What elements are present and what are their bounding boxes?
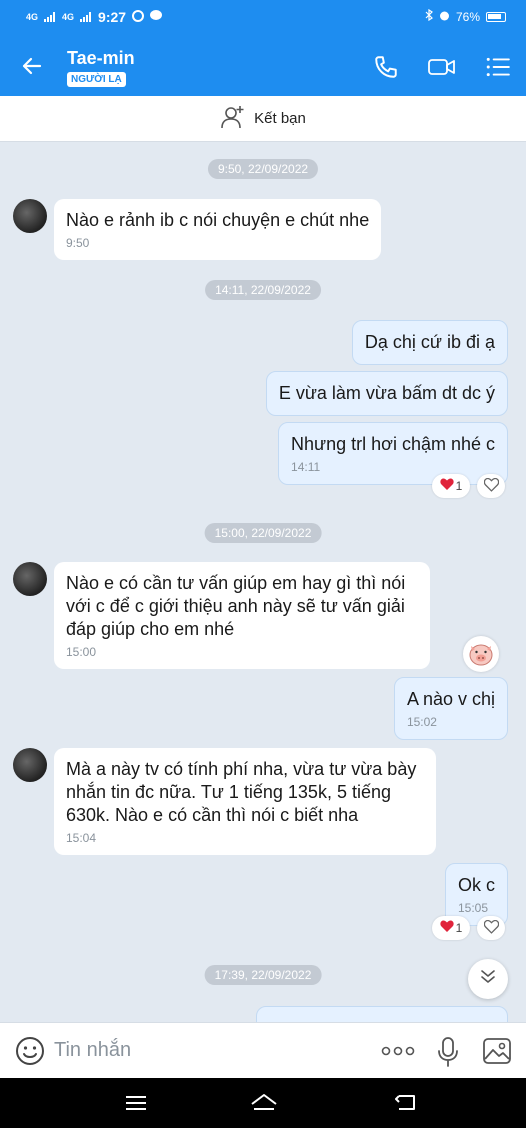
menu-icon[interactable]	[125, 1095, 147, 1116]
heart-icon	[440, 920, 454, 936]
back-nav-icon[interactable]	[395, 1093, 417, 1118]
phone-icon[interactable]	[373, 54, 399, 85]
message-text-line: 630k. Nào e có cần thì nói c biết nha	[66, 805, 359, 825]
contact-info[interactable]: Tae-min NGƯỜI LẠ	[67, 48, 135, 87]
heart-outline-icon	[483, 919, 499, 937]
signal-icon	[80, 9, 92, 25]
battery-percent: 76%	[455, 9, 480, 24]
timestamp-divider: 9:50, 22/09/2022	[207, 159, 319, 179]
microphone-icon[interactable]	[437, 1036, 459, 1073]
outgoing-message-partial[interactable]	[256, 1006, 508, 1022]
reaction-count: 1	[455, 921, 463, 935]
message-time: 15:00	[66, 645, 97, 659]
outgoing-message[interactable]: Nhưng trl hơi chậm nhé c 14:11	[278, 422, 508, 485]
battery-icon	[486, 11, 506, 22]
system-nav-bar	[0, 1078, 526, 1128]
add-user-icon	[220, 104, 246, 134]
arrow-left-icon[interactable]	[20, 54, 44, 83]
chat-status-icon	[150, 9, 163, 25]
message-text-line: với c để c giới thiệu anh này sẽ tư vấn …	[66, 596, 405, 616]
signal-icon	[44, 9, 56, 25]
message-input[interactable]: Tin nhắn	[54, 1039, 131, 1062]
react-heart-button[interactable]	[477, 916, 505, 940]
message-time: 15:04	[66, 831, 97, 845]
message-list[interactable]: 9:50, 22/09/2022 Nào e rảnh ib c nói chu…	[0, 142, 526, 1022]
outgoing-message[interactable]: Dạ chị cứ ib đi ạ	[351, 320, 508, 365]
add-friend-button[interactable]: Kết bạn	[0, 96, 526, 142]
message-text: Nào e rảnh ib c nói chuyện e chút nhe	[66, 210, 370, 230]
message-text: A nào v chị	[406, 689, 495, 709]
reaction-heart-count[interactable]: 1	[432, 474, 470, 498]
incoming-message[interactable]: Nào e có cần tư vấn giúp em hay gì thì n…	[54, 562, 430, 669]
emoji-icon[interactable]	[15, 1036, 45, 1071]
scroll-to-bottom-button[interactable]	[468, 959, 508, 999]
message-text: Nhưng trl hơi chậm nhé c	[291, 434, 495, 454]
message-text-line: đáp giúp cho em nhé	[66, 619, 235, 639]
timestamp-divider: 17:39, 22/09/2022	[204, 965, 322, 985]
message-text: E vừa làm vừa bấm dt dc ý	[278, 383, 495, 403]
reaction-count: 1	[455, 479, 463, 493]
message-time: 9:50	[66, 236, 90, 250]
contact-name: Tae-min	[67, 48, 135, 68]
reaction-heart-count[interactable]: 1	[432, 916, 470, 940]
incoming-message[interactable]: Mà a này tv có tính phí nha, vừa tư vừa …	[54, 748, 436, 855]
avatar[interactable]	[13, 562, 47, 596]
timestamp-divider: 15:00, 22/09/2022	[204, 523, 322, 543]
signal-2-label: 4G	[62, 12, 75, 22]
status-bar: 4G 4G 9:27 76%	[0, 0, 526, 36]
stranger-badge: NGƯỜI LẠ	[67, 72, 126, 87]
heart-icon	[440, 478, 454, 494]
message-text: Dạ chị cứ ib đi ạ	[364, 332, 495, 352]
chat-header: Tae-min NGƯỜI LẠ	[0, 36, 526, 96]
bluetooth-icon	[425, 8, 433, 24]
react-heart-button[interactable]	[477, 474, 505, 498]
pig-sticker-icon[interactable]	[463, 636, 499, 672]
avatar[interactable]	[13, 199, 47, 233]
add-friend-label: Kết bạn	[254, 110, 306, 127]
message-time: 14:11	[291, 460, 321, 474]
chevron-down-icon	[479, 969, 497, 990]
outgoing-message[interactable]: E vừa làm vừa bấm dt dc ý	[265, 371, 508, 416]
message-composer: Tin nhắn	[0, 1022, 526, 1078]
message-text-line: nhắn tin đc nữa. Tư 1 tiếng 135k, 5 tiến…	[66, 782, 391, 802]
message-text: Ok c	[457, 875, 495, 895]
status-time: 9:27	[98, 9, 127, 25]
signal-1-label: 4G	[26, 12, 39, 22]
outgoing-message[interactable]: A nào v chị 15:02	[393, 677, 508, 740]
settings-status-icon	[132, 9, 145, 25]
timestamp-divider: 14:11, 22/09/2022	[205, 280, 321, 300]
home-icon[interactable]	[250, 1092, 278, 1117]
more-dots-icon[interactable]	[381, 1041, 415, 1066]
video-camera-icon[interactable]	[427, 54, 457, 85]
message-text-line: Nào e có cần tư vấn giúp em hay gì thì n…	[66, 573, 406, 593]
message-time: 15:05	[457, 901, 489, 915]
list-menu-icon[interactable]	[485, 54, 511, 85]
incoming-message[interactable]: Nào e rảnh ib c nói chuyện e chút nhe 9:…	[54, 199, 382, 260]
avatar[interactable]	[13, 748, 47, 782]
message-time: 15:02	[406, 715, 437, 729]
heart-outline-icon	[483, 477, 499, 495]
message-text-line: Mà a này tv có tính phí nha, vừa tư vừa …	[66, 759, 417, 779]
alarm-icon	[439, 10, 450, 24]
image-icon[interactable]	[482, 1037, 512, 1070]
